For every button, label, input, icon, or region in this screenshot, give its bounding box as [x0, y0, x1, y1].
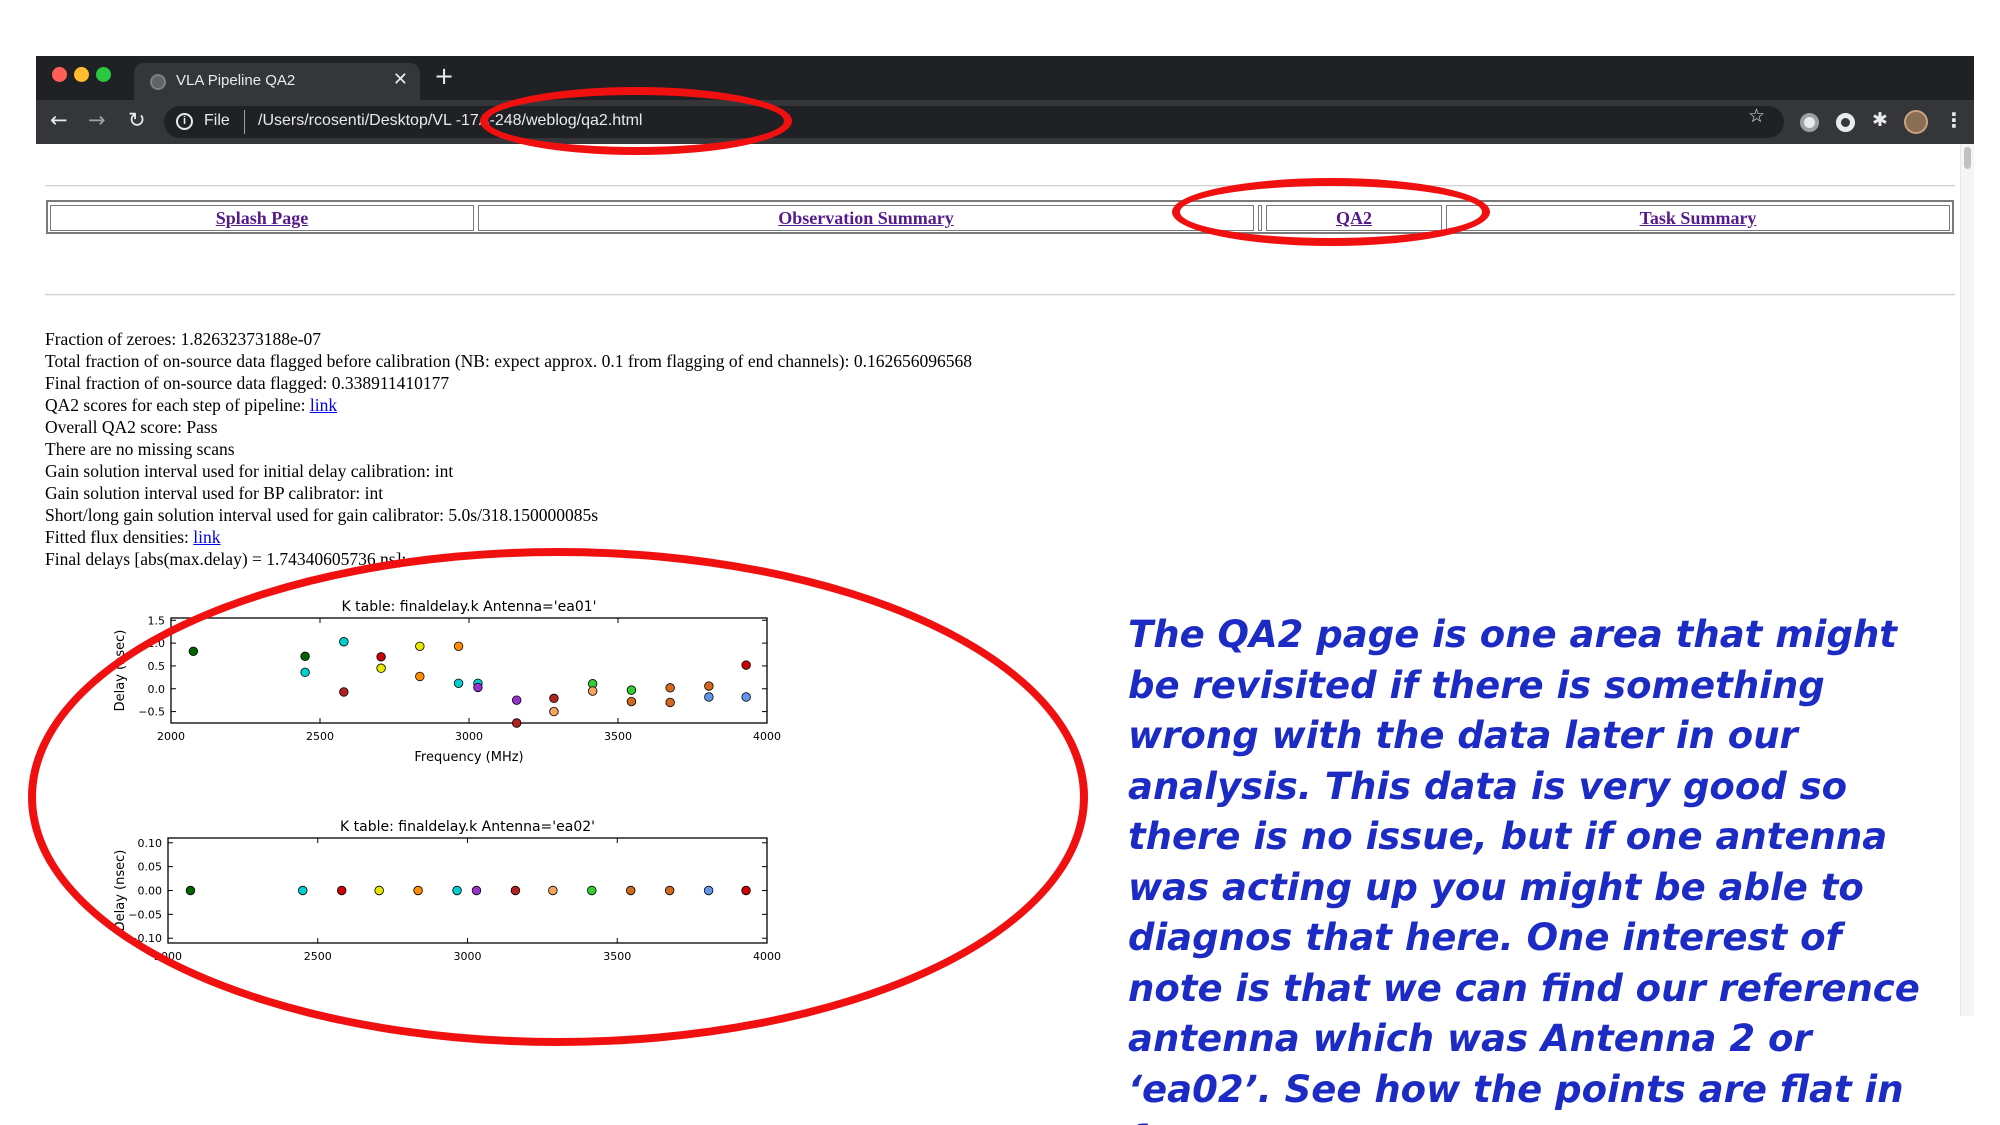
vertical-scrollbar[interactable]: [1960, 144, 1974, 1016]
nav-link-task-summary[interactable]: Task Summary: [1640, 208, 1757, 228]
zeros-line: Fraction of zeroes: 1.82632373188e-07: [45, 329, 322, 349]
record-extension-icon[interactable]: [1836, 113, 1855, 132]
info-icon[interactable]: i: [176, 113, 193, 130]
divider: [45, 294, 1955, 296]
flag-final-line: Final fraction of on-source data flagged…: [45, 373, 450, 393]
url-scheme-label: File: [204, 112, 230, 129]
tab-bar: VLA Pipeline QA2 ✕ +: [36, 56, 1974, 100]
flux-densities-label: Fitted flux densities:: [45, 527, 194, 547]
reload-icon[interactable]: ↻: [128, 108, 146, 132]
forward-arrow-icon[interactable]: →: [88, 108, 106, 132]
nav-cell-splash: Splash Page: [50, 205, 474, 231]
browser-tab[interactable]: VLA Pipeline QA2 ✕: [134, 63, 420, 100]
scrollbar-thumb[interactable]: [1964, 147, 1971, 169]
url-divider: [244, 110, 245, 134]
qa2-scores-line: QA2 scores for each step of pipeline: li…: [45, 394, 972, 416]
qa2-scores-link[interactable]: link: [310, 395, 337, 415]
bookmark-star-icon[interactable]: ☆: [1748, 105, 1765, 127]
overall-score-line: Overall QA2 score: Pass: [45, 417, 218, 437]
flux-densities-line: Fitted flux densities: link: [45, 526, 972, 548]
globe-icon: [150, 74, 166, 90]
missing-scans-line: There are no missing scans: [45, 439, 235, 459]
extension-icon[interactable]: [1800, 113, 1819, 132]
close-window-button[interactable]: [52, 67, 67, 82]
divider: [45, 185, 1955, 187]
nav-cell-task: Task Summary: [1446, 205, 1950, 231]
kebab-menu-icon[interactable]: ⋮: [1944, 108, 1964, 132]
weblog-nav-table: Splash Page Observation Summary QA2 Task…: [46, 200, 1954, 234]
gain-short-long-line: Short/long gain solution interval used f…: [45, 505, 599, 525]
flux-densities-link[interactable]: link: [193, 527, 220, 547]
minimize-window-button[interactable]: [74, 67, 89, 82]
qa2-info-block: Fraction of zeroes: 1.82632373188e-07 To…: [45, 328, 972, 570]
address-bar[interactable]: i File /Users/rcosenti/Desktop/VL -17A-2…: [164, 106, 1784, 138]
annotation-ellipse-url: [480, 87, 792, 155]
tab-title: VLA Pipeline QA2: [176, 72, 296, 89]
zoom-window-button[interactable]: [96, 67, 111, 82]
annotation-caption: The QA2 page is one area that might be r…: [1128, 613, 1920, 1125]
puzzle-extensions-icon[interactable]: ✱: [1872, 109, 1891, 131]
qa2-scores-label: QA2 scores for each step of pipeline:: [45, 395, 310, 415]
browser-toolbar: ← → ↻ i File /Users/rcosenti/Desktop/VL …: [36, 100, 1974, 144]
nav-cell-observation: Observation Summary: [478, 205, 1254, 231]
close-tab-icon[interactable]: ✕: [393, 69, 408, 90]
gain-delay-line: Gain solution interval used for initial …: [45, 461, 454, 481]
profile-avatar[interactable]: [1904, 110, 1928, 134]
annotation-ellipse-qa2: [1172, 178, 1490, 246]
nav-link-observation-summary[interactable]: Observation Summary: [778, 208, 954, 228]
flag-before-line: Total fraction of on-source data flagged…: [45, 351, 972, 371]
nav-link-splash-page[interactable]: Splash Page: [216, 208, 309, 228]
gain-bp-line: Gain solution interval used for BP calib…: [45, 483, 384, 503]
y-tick-label: 1.5: [148, 614, 166, 627]
back-arrow-icon[interactable]: ←: [50, 108, 68, 132]
annotation-ellipse-plots: [28, 548, 1088, 1046]
new-tab-button[interactable]: +: [434, 62, 454, 90]
